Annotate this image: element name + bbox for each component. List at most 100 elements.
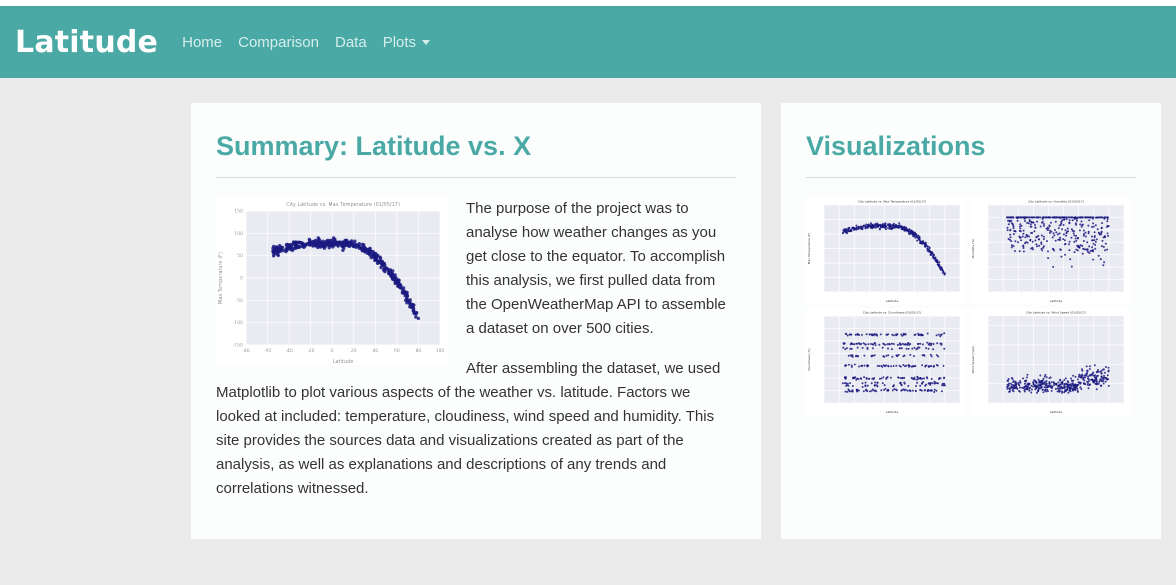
scatter-point [408,302,413,306]
scatter-point [1088,367,1091,370]
scatter-point [848,333,851,336]
scatter-point [937,263,940,266]
scatter-point [273,247,277,251]
brand-logo[interactable]: Latitude [15,25,158,60]
y-axis-label: Humidity (%) [971,239,975,259]
scatter-point [1062,224,1065,226]
scatter-point [1043,382,1046,385]
scatter-point [929,389,931,391]
scatter-point [1079,223,1082,226]
scatter-point [1036,391,1038,394]
scatter-point [1030,384,1033,387]
scatter-point [913,364,916,367]
scatter-point [863,375,866,378]
scatter-point [1092,225,1095,228]
scatter-point [914,389,917,392]
scatter-point [935,258,938,261]
scatter-point [1107,234,1110,237]
nav-comparison[interactable]: Comparison [238,34,319,51]
scatter-point [915,384,917,387]
scatter-point [1092,242,1095,245]
scatter-point [855,342,858,345]
scatter-point [1071,382,1074,385]
scatter-point [921,333,924,336]
scatter-point [896,354,899,357]
scatter-point [1032,221,1035,224]
thumb-max-temperature[interactable]: City Latitude vs. Max Temperature (01/05… [806,197,966,304]
scatter-point [940,333,943,336]
scatter-point [905,347,908,350]
scatter-point [1009,228,1012,231]
scatter-point [876,381,879,384]
scatter-point [886,342,889,345]
scatter-point [1030,388,1033,390]
scatter-point [1087,250,1089,253]
scatter-point [942,270,945,273]
scatter-point [933,380,936,383]
scatter-point [1074,237,1077,240]
scatter-point [907,384,910,387]
scatter-point [901,226,904,229]
scatter-point [943,376,946,379]
scatter-point [1012,379,1015,382]
scatter-point [867,342,870,345]
scatter-point [1063,243,1066,246]
scatter-point [873,332,876,335]
scatter-point [1050,221,1052,224]
thumb-wind-speed[interactable]: City Latitude vs. Wind Speed (01/05/17) L… [970,307,1130,415]
scatter-point [1048,231,1051,234]
x-axis-label: Latitude [1050,299,1063,303]
scatter-point [928,365,930,368]
nav-home[interactable]: Home [182,34,222,51]
scatter-point [888,224,890,227]
scatter-point [1022,386,1025,389]
scatter-point [873,353,876,356]
scatter-point [314,243,318,248]
scatter-point [1086,216,1089,219]
scatter-point [1024,379,1027,382]
scatter-point [1017,381,1020,384]
scatter-point [288,243,293,247]
x-axis-label: Latitude [1050,410,1063,414]
scatter-point [391,277,395,281]
scatter-point [1104,380,1107,383]
thumb-humidity[interactable]: City Latitude vs. Humidity (01/05/17) Lat… [970,197,1130,304]
scatter-point [394,280,399,284]
scatter-point [844,332,847,335]
scatter-point [1037,238,1040,241]
scatter-point [1067,380,1070,383]
scatter-point [883,223,886,226]
scatter-point [1019,386,1021,388]
scatter-point [880,388,883,391]
scatter-point [858,226,861,229]
scatter-point [892,364,895,367]
scatter-point [931,381,934,384]
scatter-point [902,332,905,335]
scatter-point [1100,375,1103,378]
scatter-point [1053,234,1056,237]
scatter-point [850,354,853,357]
scatter-point [861,227,864,230]
y-axis-label: Max Temperature (F) [807,233,811,264]
scatter-point [1075,217,1078,220]
main-figure[interactable]: City Latitude vs. Max Temperature (01/05… [216,197,448,365]
scatter-point [1063,218,1066,221]
x-axis-label: Latitude [886,410,899,414]
scatter-point [1064,253,1067,256]
thumb-cloudiness[interactable]: City Latitude vs. Cloudiness (01/05/17) L… [806,307,966,415]
scatter-point [876,364,879,367]
scatter-point [1038,244,1041,247]
scatter-point [1088,364,1091,367]
scatter-point [932,342,935,345]
scatter-point [928,343,931,346]
scatter-point [935,353,938,356]
nav-data[interactable]: Data [335,34,367,51]
scatter-point [337,240,342,245]
scatter-point [895,364,898,367]
scatter-point [898,224,901,227]
scatter-point [867,224,870,227]
scatter-point [1050,389,1053,392]
scatter-point [1084,216,1087,219]
y-tick-label: 150 [234,209,243,215]
nav-plots-dropdown[interactable]: Plots [383,34,431,51]
